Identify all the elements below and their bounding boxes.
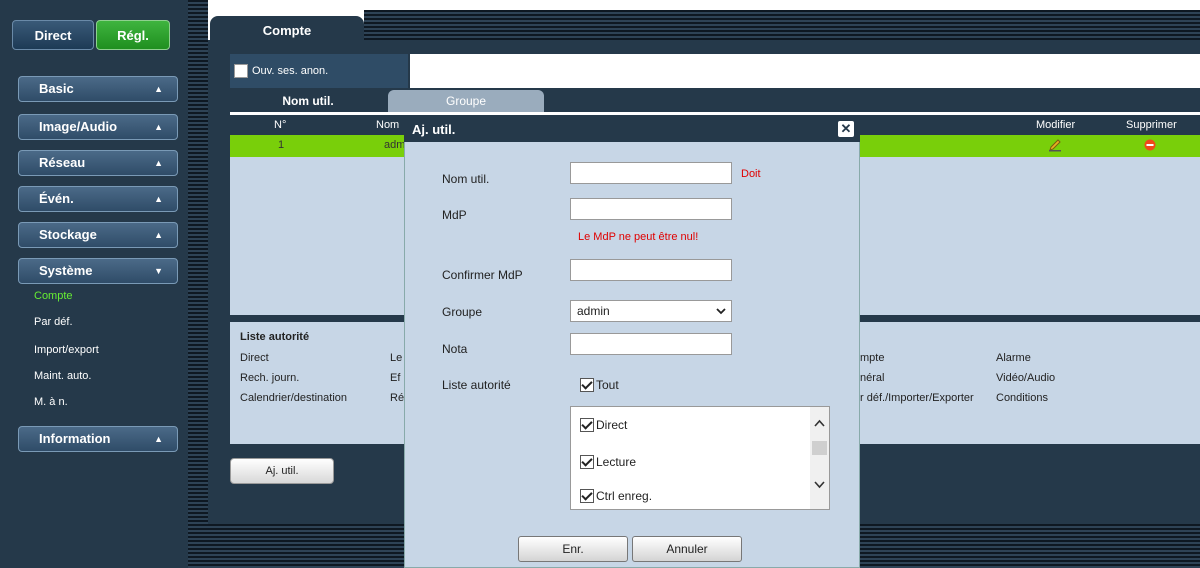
permission-checkbox[interactable] <box>580 489 594 503</box>
edit-icon[interactable] <box>1048 138 1062 155</box>
dialog-title: Aj. util. <box>412 122 456 137</box>
tab-account[interactable]: Compte <box>210 16 364 44</box>
permission-text: Ef <box>390 372 401 384</box>
permission-text: Vidéo/Audio <box>996 372 1056 384</box>
menu-label: Réseau <box>39 155 86 170</box>
menu-network[interactable]: Réseau ▲ <box>18 150 178 176</box>
menu-label: Évén. <box>39 191 74 206</box>
permission-text: Direct <box>240 352 269 364</box>
sidebar-item-import-export[interactable]: Import/export <box>34 344 99 356</box>
permission-list-label: Liste autorité <box>442 378 511 392</box>
menu-label: Image/Audio <box>39 119 118 134</box>
menu-system[interactable]: Système ▼ <box>18 258 178 284</box>
chevron-up-icon: ▲ <box>154 84 163 94</box>
select-all-option[interactable]: Tout <box>580 378 619 392</box>
password-input[interactable] <box>570 198 732 220</box>
menu-label: Information <box>39 431 111 446</box>
permission-checkbox[interactable] <box>580 455 594 469</box>
group-label: Groupe <box>442 305 483 319</box>
select-all-checkbox[interactable] <box>580 378 594 392</box>
save-button[interactable]: Enr. <box>518 536 628 562</box>
confirm-password-input[interactable] <box>570 259 732 281</box>
menu-events[interactable]: Évén. ▲ <box>18 186 178 212</box>
sidebar-item-upgrade[interactable]: M. à n. <box>34 396 68 408</box>
required-hint: Doit <box>741 168 761 180</box>
permission-item-playback[interactable]: Lecture <box>580 455 636 469</box>
sidebar-item-account[interactable]: Compte <box>34 290 73 302</box>
scrollbar-thumb[interactable] <box>812 441 827 455</box>
chevron-up-icon: ▲ <box>154 158 163 168</box>
username-label: Nom util. <box>442 172 490 186</box>
menu-basic[interactable]: Basic ▲ <box>18 76 178 102</box>
group-select[interactable]: admin <box>570 300 732 322</box>
decorative-stripe <box>860 524 1200 568</box>
permission-text: mpte <box>860 352 885 364</box>
sidebar-item-defaults[interactable]: Par déf. <box>34 316 73 328</box>
column-header-delete: Supprimer <box>1126 119 1177 131</box>
menu-label: Basic <box>39 81 74 96</box>
cancel-button[interactable]: Annuler <box>632 536 742 562</box>
note-label: Nota <box>442 342 468 356</box>
password-label: MdP <box>442 208 467 222</box>
menu-information[interactable]: Information ▲ <box>18 426 178 452</box>
column-header-name: Nom <box>376 119 400 131</box>
settings-button[interactable]: Régl. <box>96 20 170 50</box>
permission-text: Calendrier/destination <box>240 392 348 404</box>
close-icon[interactable]: ✕ <box>838 121 854 137</box>
chevron-up-icon: ▲ <box>154 230 163 240</box>
decorative-stripe <box>364 10 1200 40</box>
delete-icon[interactable] <box>1144 139 1156 154</box>
decorative-stripe <box>188 0 208 568</box>
permission-text: Ré <box>390 392 405 404</box>
permission-checkbox[interactable] <box>580 418 594 432</box>
menu-storage[interactable]: Stockage ▲ <box>18 222 178 248</box>
column-header-number: N° <box>274 119 287 131</box>
menu-image-audio[interactable]: Image/Audio ▲ <box>18 114 178 140</box>
chevron-up-icon[interactable] <box>813 417 826 431</box>
anonymous-login-label: Ouv. ses. anon. <box>252 65 329 77</box>
group-select-value: admin <box>577 304 610 318</box>
permission-item-label: Lecture <box>596 455 637 469</box>
header-fill <box>410 54 1200 88</box>
tab-username[interactable]: Nom util. <box>230 90 386 112</box>
confirm-password-label: Confirmer MdP <box>442 268 523 282</box>
dialog-header: Aj. util. ✕ <box>404 116 860 142</box>
permission-text: Le <box>390 352 403 364</box>
username-input[interactable] <box>570 162 732 184</box>
chevron-down-icon[interactable] <box>813 479 826 493</box>
permission-text: Alarme <box>996 352 1031 364</box>
permission-text: Conditions <box>996 392 1048 404</box>
select-all-label: Tout <box>596 378 619 392</box>
permission-item-live[interactable]: Direct <box>580 418 627 432</box>
permission-item-label: Ctrl enreg. <box>596 489 653 503</box>
column-header-modify: Modifier <box>1036 119 1076 131</box>
row-number: 1 <box>278 139 285 151</box>
chevron-down-icon <box>715 301 727 327</box>
decorative-stripe <box>208 524 404 568</box>
permission-item-label: Direct <box>596 418 628 432</box>
chevron-up-icon: ▲ <box>154 434 163 444</box>
direct-button[interactable]: Direct <box>12 20 94 50</box>
scrollbar[interactable] <box>810 407 829 509</box>
anonymous-login-checkbox[interactable] <box>234 64 248 78</box>
menu-label: Système <box>39 263 93 278</box>
permission-item-record-control[interactable]: Ctrl enreg. <box>580 489 652 503</box>
chevron-down-icon: ▼ <box>154 266 163 276</box>
permission-text: Rech. journ. <box>240 372 300 384</box>
permission-text: r déf./Importer/Exporter <box>860 392 974 404</box>
note-input[interactable] <box>570 333 732 355</box>
anonymous-login-option[interactable]: Ouv. ses. anon. <box>230 54 408 88</box>
tab-group[interactable]: Groupe <box>388 90 544 112</box>
menu-label: Stockage <box>39 227 97 242</box>
chevron-up-icon: ▲ <box>154 194 163 204</box>
permission-text: néral <box>860 372 885 384</box>
chevron-up-icon: ▲ <box>154 122 163 132</box>
row-name: adm <box>384 139 406 151</box>
permission-list-title: Liste autorité <box>240 331 310 343</box>
add-user-button[interactable]: Aj. util. <box>230 458 334 484</box>
password-error: Le MdP ne peut être nul! <box>578 231 699 243</box>
sidebar-item-auto-maintenance[interactable]: Maint. auto. <box>34 370 91 382</box>
